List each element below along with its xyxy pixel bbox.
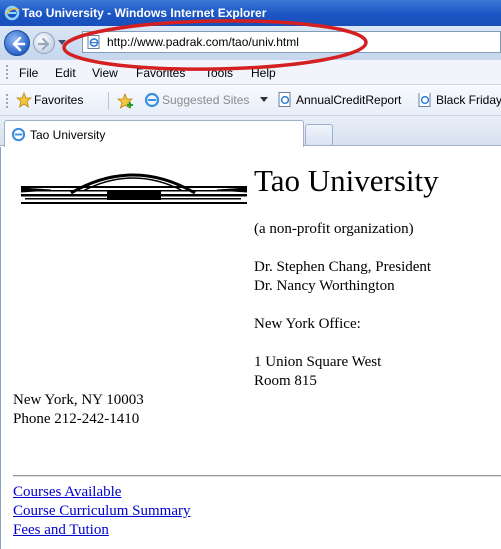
separator	[108, 92, 109, 110]
address-line-1: 1 Union Square West	[254, 354, 382, 370]
page-content: Tao University (a non-profit organizatio…	[0, 147, 501, 549]
favorites-label: Favorites	[34, 93, 84, 107]
menu-file[interactable]: File	[19, 66, 38, 80]
suggested-sites-label: Suggested Sites	[162, 93, 250, 107]
title-bar[interactable]: Tao University - Windows Internet Explor…	[0, 0, 501, 26]
toolbar-grip[interactable]	[6, 65, 9, 79]
university-logo	[21, 173, 247, 204]
menu-edit[interactable]: Edit	[55, 66, 76, 80]
link-fees-and-tution[interactable]: Fees and Tution	[13, 522, 109, 539]
address-url[interactable]: http://www.padrak.com/tao/univ.html	[107, 35, 299, 49]
menu-favorites[interactable]: Favorites	[136, 66, 185, 80]
city-line: New York, NY 10003	[13, 392, 144, 408]
fav-black-friday[interactable]: Black Friday	[418, 93, 501, 109]
office-heading: New York Office:	[254, 316, 361, 332]
suggested-sites[interactable]: Suggested Sites	[144, 92, 270, 109]
president-line: Dr. Stephen Chang, President	[254, 259, 432, 275]
ie-icon	[144, 92, 160, 108]
menu-bar: File Edit View Favorites Tools Help	[0, 60, 501, 85]
favorites-button[interactable]: Favorites	[16, 92, 96, 109]
menu-view[interactable]: View	[92, 66, 118, 80]
subtitle: (a non-profit organization)	[254, 221, 414, 237]
favorites-bar: Favorites Suggested Sites AnnualCreditRe…	[0, 86, 501, 116]
fav-label: Black Friday	[436, 93, 501, 107]
recent-pages-dropdown-icon[interactable]	[58, 38, 66, 46]
ie-icon	[4, 5, 20, 21]
page-icon	[418, 93, 431, 107]
forward-button[interactable]	[33, 32, 55, 54]
toolbar-grip[interactable]	[6, 94, 9, 108]
add-to-favorites-bar-icon[interactable]	[117, 93, 135, 109]
back-button[interactable]	[4, 30, 30, 56]
menu-tools[interactable]: Tools	[205, 66, 233, 80]
phone-line: Phone 212-242-1410	[13, 411, 140, 427]
link-courses-available[interactable]: Courses Available	[13, 484, 121, 501]
page-ie-icon	[87, 35, 100, 49]
address-bar[interactable]: http://www.padrak.com/tao/univ.html	[82, 31, 501, 53]
tab-title: Tao University	[30, 128, 106, 142]
forward-arrow-icon	[37, 37, 50, 51]
new-tab-button[interactable]	[305, 124, 333, 146]
tab-bar: Tao University	[0, 116, 501, 147]
tab-tao-university[interactable]: Tao University	[4, 120, 304, 147]
page-title: Tao University	[254, 163, 439, 198]
ie-icon	[11, 127, 26, 142]
window-title: Tao University - Windows Internet Explor…	[22, 6, 267, 20]
link-course-curriculum-summary[interactable]: Course Curriculum Summary	[13, 503, 190, 520]
fav-label: AnnualCreditReport	[296, 93, 402, 107]
page-icon	[278, 92, 291, 107]
chevron-down-icon	[260, 97, 268, 102]
star-icon	[16, 92, 32, 108]
menu-help[interactable]: Help	[251, 66, 276, 80]
address-line-2: Room 815	[254, 373, 317, 389]
fav-annualcreditreport[interactable]: AnnualCreditReport	[278, 92, 410, 109]
back-arrow-icon	[12, 36, 26, 52]
person-line: Dr. Nancy Worthington	[254, 278, 395, 294]
divider	[13, 475, 501, 477]
